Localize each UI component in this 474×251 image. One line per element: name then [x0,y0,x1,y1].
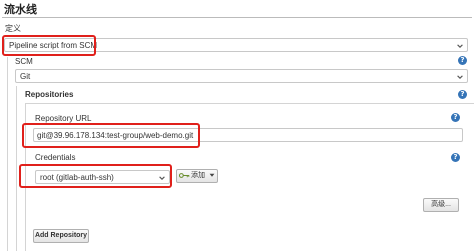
scm-help-icon[interactable]: ? [458,56,467,65]
credentials-highlight [19,164,172,188]
repositories-help-icon[interactable]: ? [458,90,467,99]
key-icon [178,172,190,178]
credentials-label: Credentials [35,153,76,162]
scm-label: SCM [15,57,33,66]
definition-highlight [2,35,96,56]
definition-label: 定义 [5,24,21,33]
credentials-help-icon[interactable]: ? [451,153,460,162]
advanced-button[interactable]: 高级... [423,198,459,212]
git-guide-line [16,86,17,251]
chevron-down-icon [457,75,463,79]
chevron-down-icon [457,44,463,48]
add-credentials-label: 添加 [191,172,206,179]
scm-select[interactable]: Git [15,69,468,83]
add-credentials-button[interactable]: 添加 [176,169,218,183]
scm-select-value: Git [20,72,31,81]
title-divider [2,17,472,18]
repository-url-highlight [22,123,200,148]
repository-url-label: Repository URL [35,114,92,123]
section-title: 流水线 [4,4,37,16]
add-repository-button[interactable]: Add Repository [33,229,89,243]
caret-down-icon [209,173,215,177]
repository-url-help-icon[interactable]: ? [451,113,460,122]
scm-guide-line [7,57,8,251]
repositories-label: Repositories [25,90,74,99]
